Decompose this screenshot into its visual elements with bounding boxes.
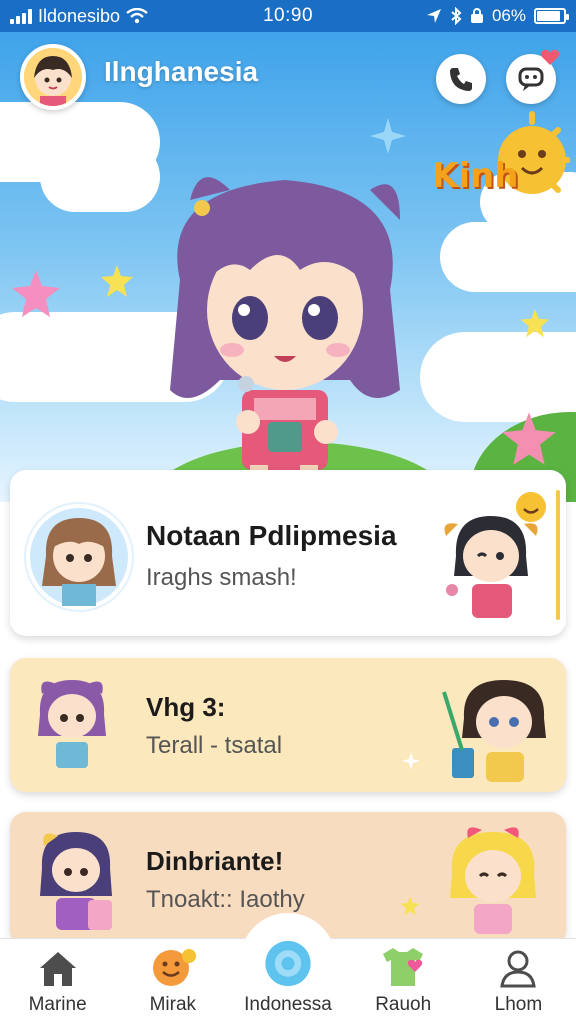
nav-label: Lhom: [494, 994, 543, 1015]
status-bar: Ildonesibo 10:90 06%: [0, 0, 576, 32]
card-subtitle: Tnoakt:: Iaothy: [146, 886, 305, 913]
profile-icon: [500, 950, 537, 988]
phone-icon: [450, 68, 472, 91]
nav-item-lhom[interactable]: Lhom: [461, 939, 576, 1024]
sparkle-icon: [432, 336, 456, 360]
nav-label: Rauoh: [375, 994, 432, 1015]
nav-label: Mirak: [149, 994, 197, 1015]
feature-card[interactable]: Vhg 3: Terall - tsatal: [10, 658, 566, 792]
scrollbar[interactable]: [556, 490, 560, 620]
nav-item-marine[interactable]: Marine: [0, 939, 115, 1024]
wifi-icon: [126, 8, 148, 24]
nav-item-indonessa[interactable]: Indonessa: [230, 913, 345, 1024]
character-portrait: [26, 504, 132, 610]
bluetooth-icon: [451, 7, 462, 25]
pink-flower-icon: [12, 270, 60, 317]
battery-percent: 06%: [491, 6, 526, 25]
pink-flower-icon: [502, 412, 556, 465]
lock-rotation-icon: [470, 8, 483, 23]
home-icon: [39, 952, 76, 986]
card-title: Notaan Pdlipmesia: [146, 520, 397, 551]
card-title: Dinbriante!: [146, 846, 284, 876]
smile-sticker-icon: [516, 492, 546, 522]
sun-logo: Kinh: [430, 110, 571, 230]
sparkle-icon: [402, 752, 420, 770]
character-illustration: [450, 827, 536, 934]
app-title: Ilnghanesia: [104, 56, 259, 87]
profile-avatar[interactable]: [20, 44, 86, 110]
nav-item-mirak[interactable]: Mirak: [115, 939, 230, 1024]
signal-icon: [10, 8, 32, 24]
call-button[interactable]: [436, 54, 486, 104]
logo-text: Kinh: [432, 156, 519, 196]
character-portrait: [38, 680, 106, 768]
nav-label: Indonessa: [244, 994, 332, 1015]
star-icon: [520, 308, 550, 338]
chat-bubble-icon: [518, 67, 544, 91]
status-time: 10:90: [262, 5, 314, 26]
card-subtitle: Iraghs smash!: [146, 564, 297, 591]
flower-badge-icon: [265, 940, 311, 987]
character-illustration: [442, 680, 546, 782]
battery-icon: [534, 8, 569, 24]
hero-banner: Kinh Ilnghanesia: [0, 32, 576, 502]
shirt-heart-icon: [383, 948, 424, 986]
feature-card[interactable]: Notaan Pdlipmesia Iraghs smash!: [10, 470, 566, 636]
star-icon: [101, 265, 133, 297]
character-illustration: [170, 177, 400, 495]
character-illustration: [444, 516, 538, 618]
character-portrait: [40, 832, 112, 930]
star-icon: [400, 896, 420, 916]
smile-face-icon: [152, 949, 196, 986]
card-title: Vhg 3:: [146, 692, 226, 722]
bottom-navigation: Marine Mirak Indonessa Rauoh Lhom: [0, 913, 576, 1024]
chat-button[interactable]: [506, 49, 560, 104]
heart-notification-icon: [540, 49, 560, 65]
card-subtitle: Terall - tsatal: [146, 732, 283, 759]
nav-label: Marine: [28, 994, 87, 1015]
nav-item-rauoh[interactable]: Rauoh: [346, 939, 461, 1024]
sparkle-icon: [370, 118, 406, 154]
location-arrow-icon: [426, 9, 441, 23]
carrier-name: Ildonesibo: [38, 5, 121, 26]
